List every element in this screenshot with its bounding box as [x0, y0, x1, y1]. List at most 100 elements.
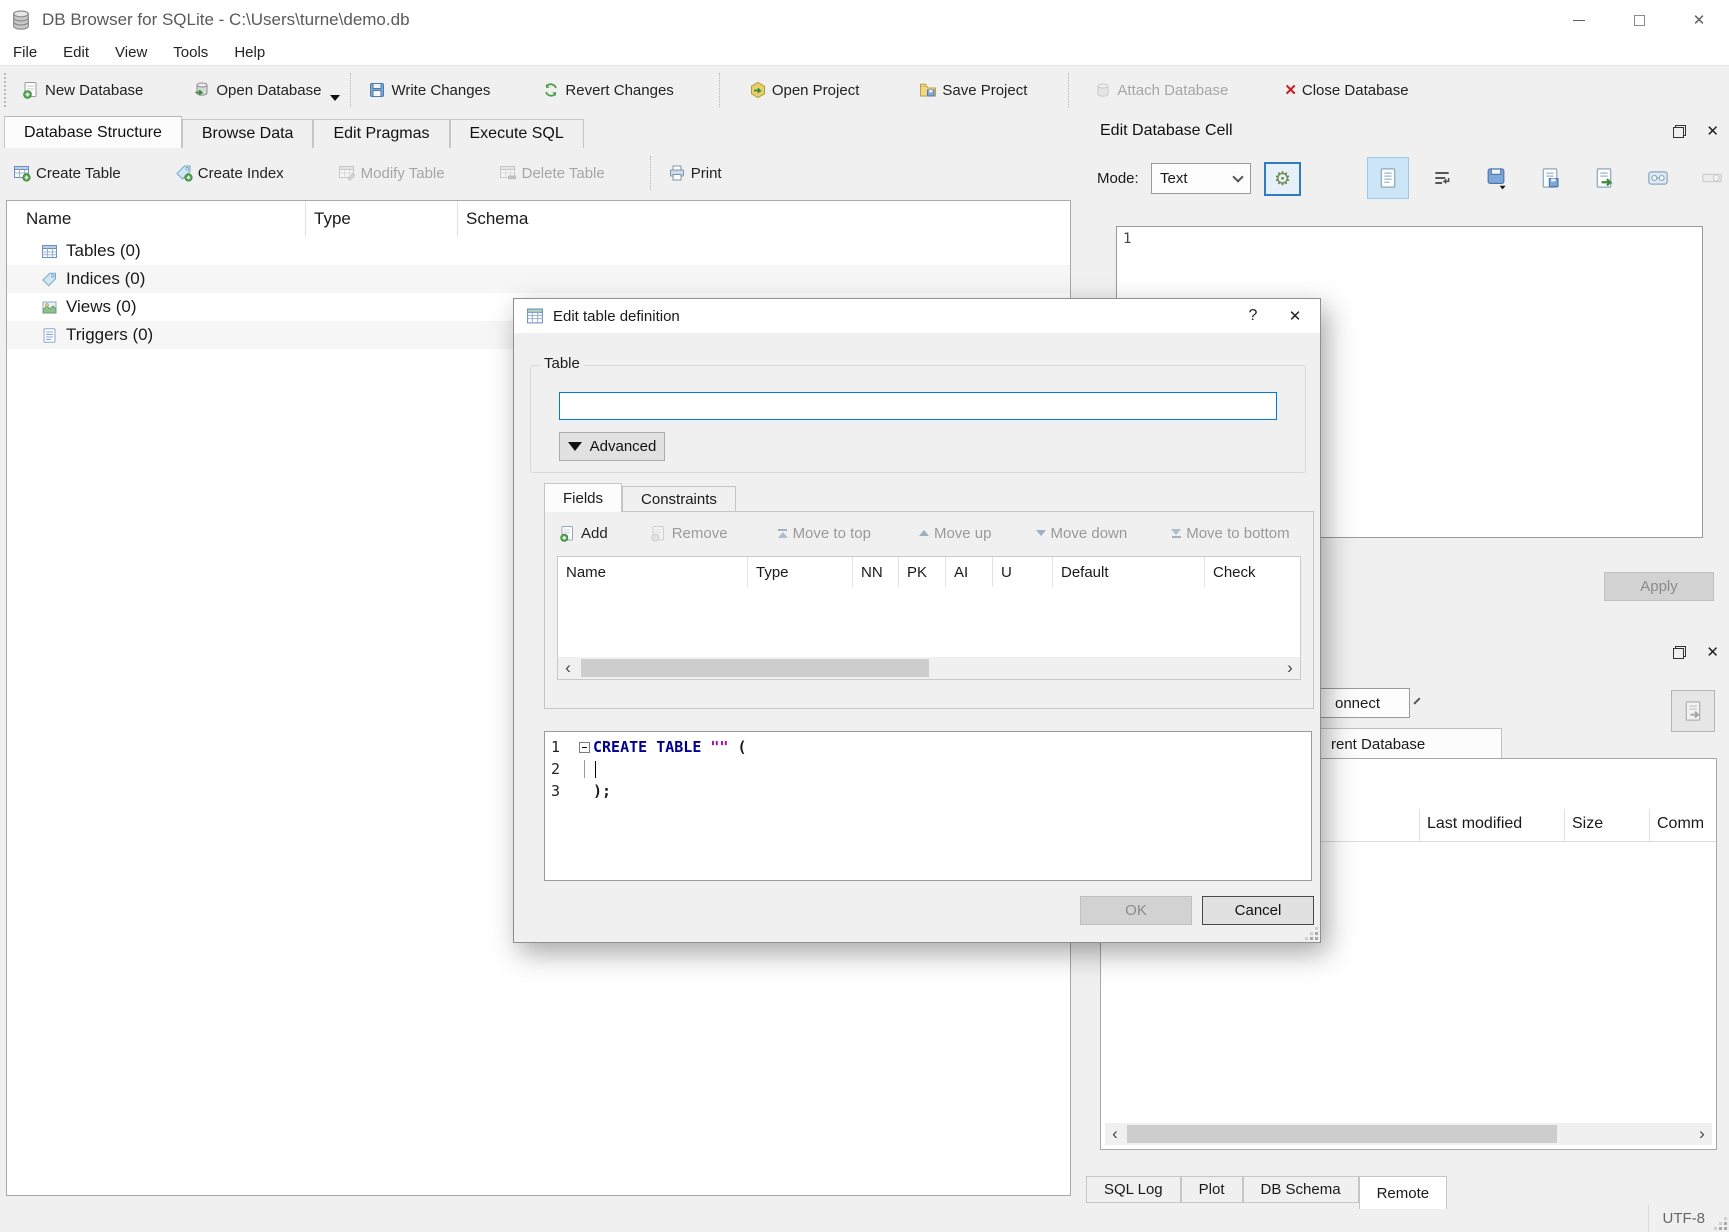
remove-field-button[interactable]: Remove	[650, 525, 728, 542]
move-to-bottom-button[interactable]: Move to bottom	[1171, 525, 1289, 542]
dialog-close-button[interactable]	[1274, 299, 1316, 333]
tab-browse-data[interactable]: Browse Data	[182, 119, 314, 148]
menu-help[interactable]: Help	[221, 44, 278, 61]
close-database-button[interactable]: Close Database	[1273, 69, 1419, 111]
open-project-icon	[749, 81, 767, 99]
advanced-toggle-button[interactable]: Advanced	[559, 432, 665, 461]
scroll-right-icon[interactable]: ›	[1280, 658, 1300, 678]
ok-button[interactable]: OK	[1080, 896, 1192, 925]
tab-fields[interactable]: Fields	[544, 483, 622, 512]
col-type[interactable]: Type	[748, 557, 853, 587]
float-panel-icon[interactable]	[1673, 125, 1686, 138]
tab-db-schema[interactable]: DB Schema	[1243, 1176, 1359, 1203]
open-project-button[interactable]: Open Project	[738, 69, 871, 111]
remote-column-commit[interactable]: Comm	[1657, 815, 1704, 833]
apply-button[interactable]: Apply	[1604, 572, 1714, 601]
close-button[interactable]	[1669, 0, 1729, 40]
code-fold-icon[interactable]	[579, 742, 590, 753]
move-to-top-button[interactable]: Move to top	[778, 525, 871, 542]
remote-horizontal-scrollbar[interactable]: ‹ ›	[1105, 1123, 1712, 1145]
tree-column-name[interactable]: Name	[7, 201, 306, 237]
move-up-button[interactable]: Move up	[919, 525, 992, 542]
word-wrap-button[interactable]	[1421, 157, 1463, 199]
fields-horizontal-scrollbar[interactable]: ‹ ›	[558, 657, 1300, 679]
menu-view[interactable]: View	[102, 44, 160, 61]
move-to-bottom-label: Move to bottom	[1186, 525, 1289, 542]
modify-table-button[interactable]: Modify Table	[327, 152, 456, 194]
cell-settings-button[interactable]	[1264, 162, 1301, 196]
window-resize-grip[interactable]	[1715, 1218, 1727, 1230]
scroll-left-icon[interactable]: ‹	[1105, 1124, 1125, 1144]
tables-icon	[41, 243, 58, 260]
add-field-button[interactable]: Add	[559, 525, 608, 542]
col-ai[interactable]: AI	[946, 557, 993, 587]
move-down-button[interactable]: Move down	[1036, 525, 1128, 542]
open-database-button[interactable]: Open Database	[182, 69, 332, 111]
delete-table-button[interactable]: Delete Table	[488, 152, 616, 194]
float-panel-icon[interactable]	[1673, 646, 1686, 659]
scrollbar-thumb[interactable]	[581, 659, 929, 677]
tab-sql-log[interactable]: SQL Log	[1086, 1176, 1181, 1203]
status-separator	[1648, 1205, 1649, 1232]
dialog-help-button[interactable]: ?	[1232, 299, 1274, 333]
menu-tools[interactable]: Tools	[160, 44, 221, 61]
triangle-down-icon	[568, 442, 582, 451]
cancel-button[interactable]: Cancel	[1202, 896, 1314, 925]
mode-select[interactable]: Text	[1151, 163, 1251, 194]
close-panel-icon[interactable]	[1706, 122, 1719, 141]
write-changes-button[interactable]: Write Changes	[357, 69, 501, 111]
create-index-button[interactable]: Create Index	[164, 152, 295, 194]
tab-database-structure[interactable]: Database Structure	[4, 116, 182, 148]
write-changes-label: Write Changes	[391, 82, 490, 99]
table-name-input[interactable]	[559, 392, 1277, 420]
col-u[interactable]: U	[993, 557, 1053, 587]
dialog-title-bar: Edit table definition ?	[514, 299, 1320, 333]
close-panel-icon[interactable]	[1706, 643, 1719, 661]
col-pk[interactable]: PK	[899, 557, 946, 587]
open-external-button[interactable]	[1583, 157, 1625, 199]
toolbar-drag-handle[interactable]	[4, 73, 6, 107]
maximize-button[interactable]	[1609, 0, 1669, 40]
clone-database-button[interactable]	[1671, 690, 1715, 732]
scrollbar-thumb[interactable]	[1127, 1125, 1557, 1143]
encoding-indicator: UTF-8	[1663, 1210, 1706, 1227]
tree-item-tables[interactable]: Tables (0)	[7, 237, 1070, 265]
text-view-button[interactable]	[1367, 157, 1409, 199]
create-table-button[interactable]: Create Table	[2, 152, 132, 194]
menu-edit[interactable]: Edit	[50, 44, 102, 61]
open-database-dropdown-icon[interactable]	[330, 95, 340, 101]
tree-item-indices[interactable]: Indices (0)	[7, 265, 1070, 293]
col-check[interactable]: Check	[1205, 557, 1300, 587]
tab-execute-sql[interactable]: Execute SQL	[450, 119, 584, 148]
tree-column-schema[interactable]: Schema	[458, 201, 1070, 237]
table-group-label: Table	[540, 355, 584, 372]
new-database-button[interactable]: New Database	[11, 69, 154, 111]
scroll-right-icon[interactable]: ›	[1692, 1124, 1712, 1144]
export-button[interactable]	[1529, 157, 1571, 199]
remote-column-last-modified[interactable]: Last modified	[1427, 815, 1522, 833]
remote-column-size[interactable]: Size	[1572, 815, 1603, 833]
tree-column-type[interactable]: Type	[306, 201, 458, 237]
attach-database-button[interactable]: Attach Database	[1083, 69, 1239, 111]
link-data-button[interactable]	[1637, 157, 1679, 199]
print-button[interactable]: Print	[657, 152, 733, 194]
menu-file[interactable]: File	[0, 44, 50, 61]
dialog-resize-grip[interactable]	[1306, 928, 1318, 940]
create-table-label: Create Table	[36, 165, 121, 182]
text-cursor	[595, 761, 596, 778]
revert-changes-button[interactable]: Revert Changes	[531, 69, 684, 111]
external-program-icon	[1594, 167, 1614, 189]
minimize-button[interactable]	[1549, 0, 1609, 40]
tab-plot[interactable]: Plot	[1181, 1176, 1243, 1203]
tab-edit-pragmas[interactable]: Edit Pragmas	[313, 119, 449, 148]
scroll-left-icon[interactable]: ‹	[558, 658, 578, 678]
col-default[interactable]: Default	[1053, 557, 1205, 587]
col-nn[interactable]: NN	[853, 557, 899, 587]
set-null-button[interactable]	[1691, 157, 1729, 199]
col-name[interactable]: Name	[558, 557, 748, 587]
save-project-icon	[919, 81, 937, 99]
remote-current-database-tab[interactable]: rent Database	[1290, 728, 1502, 759]
save-project-button[interactable]: Save Project	[908, 69, 1038, 111]
tab-constraints[interactable]: Constraints	[622, 486, 736, 512]
import-button[interactable]	[1475, 157, 1517, 199]
